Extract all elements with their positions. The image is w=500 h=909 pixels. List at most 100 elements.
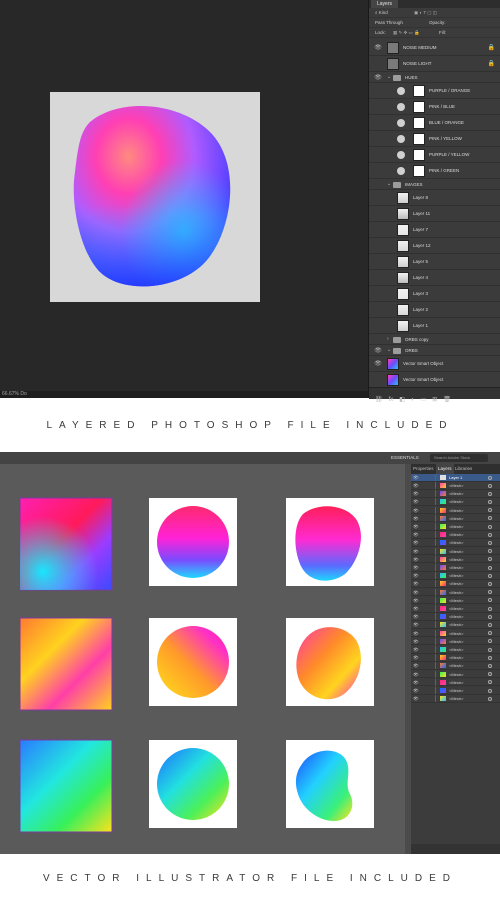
visibility-eye-icon[interactable]: 👁 bbox=[413, 589, 419, 596]
ps-layer-row[interactable]: 👁 Vector Smart Object bbox=[369, 356, 500, 372]
target-circle-icon[interactable] bbox=[488, 672, 492, 677]
blend-mode-select[interactable]: Pass Through bbox=[375, 18, 403, 27]
artwork-blob-blue[interactable] bbox=[286, 740, 374, 828]
adjustment-icon[interactable]: ◐ bbox=[411, 397, 415, 403]
ai-mesh-row[interactable]: 👁 <Mesh> bbox=[411, 596, 500, 605]
target-circle-icon[interactable] bbox=[488, 639, 492, 644]
group-toggle-icon[interactable]: ⌄ bbox=[387, 345, 391, 356]
ai-mesh-row[interactable]: 👁 <Mesh> bbox=[411, 646, 500, 654]
ai-artboard-area[interactable] bbox=[0, 464, 405, 854]
stock-search-input[interactable]: Search Adobe Stock bbox=[430, 454, 488, 462]
ai-mesh-row[interactable]: 👁 <Mesh> bbox=[411, 498, 500, 507]
visibility-eye-icon[interactable]: 👁 bbox=[413, 572, 419, 579]
visibility-eye-icon[interactable]: 👁 bbox=[413, 539, 419, 546]
ai-mesh-row[interactable]: 👁 <Mesh> bbox=[411, 613, 500, 621]
visibility-eye-icon[interactable] bbox=[374, 242, 382, 250]
ps-layer-row[interactable]: Layer 1 bbox=[369, 318, 500, 334]
artwork-circle-yellow[interactable] bbox=[149, 618, 237, 706]
visibility-eye-icon[interactable]: 👁 bbox=[413, 630, 419, 637]
mask-icon[interactable]: ◧ bbox=[399, 397, 405, 403]
visibility-eye-icon[interactable]: 👁 bbox=[413, 671, 419, 678]
visibility-eye-icon[interactable]: 👁 bbox=[413, 531, 419, 538]
layer-mask-thumbnail[interactable] bbox=[413, 149, 425, 161]
lock-icons[interactable]: ▦ ✎ ✥ ▭ 🔒 bbox=[393, 28, 420, 37]
artwork-square-blue[interactable] bbox=[19, 739, 113, 833]
visibility-eye-icon[interactable]: 👁 bbox=[413, 695, 419, 702]
ps-layer-row[interactable]: Layer 5 bbox=[369, 254, 500, 270]
ai-mesh-row[interactable]: 👁 <Mesh> bbox=[411, 670, 500, 679]
ai-mesh-row[interactable]: 👁 <Mesh> bbox=[411, 621, 500, 630]
target-circle-icon[interactable] bbox=[488, 598, 492, 603]
target-circle-icon[interactable] bbox=[488, 688, 492, 693]
ps-layer-row[interactable]: Layer 3 bbox=[369, 286, 500, 302]
ai-mesh-row[interactable]: 👁 <Mesh> bbox=[411, 547, 500, 556]
visibility-eye-icon[interactable]: 👁 bbox=[413, 662, 419, 669]
visibility-eye-icon[interactable]: 👁 bbox=[413, 523, 419, 530]
visibility-eye-icon[interactable]: 👁 bbox=[374, 347, 382, 355]
ps-layer-row[interactable]: Layer 8 bbox=[369, 190, 500, 206]
tab-properties[interactable]: Properties bbox=[413, 464, 434, 474]
ai-mesh-row[interactable]: 👁 <Mesh> bbox=[411, 654, 500, 662]
visibility-eye-icon[interactable]: 👁 bbox=[413, 556, 419, 563]
ps-layer-row[interactable]: › ORBS copy bbox=[369, 334, 500, 345]
visibility-eye-icon[interactable] bbox=[374, 194, 382, 202]
layer-mask-thumbnail[interactable] bbox=[413, 165, 425, 177]
visibility-eye-icon[interactable] bbox=[374, 135, 382, 143]
visibility-eye-icon[interactable]: 👁 bbox=[413, 490, 419, 497]
folder-icon[interactable]: ▭ bbox=[421, 397, 427, 403]
ps-layer-row[interactable]: PINK / GREEN bbox=[369, 163, 500, 179]
ai-mesh-row[interactable]: 👁 <Mesh> bbox=[411, 678, 500, 687]
visibility-eye-icon[interactable] bbox=[374, 274, 382, 282]
ps-layer-row[interactable]: Layer 4 bbox=[369, 270, 500, 286]
artwork-square-pink[interactable] bbox=[19, 497, 113, 591]
ai-mesh-row[interactable]: 👁 <Mesh> bbox=[411, 555, 500, 564]
tab-layers[interactable]: Layers bbox=[371, 0, 399, 8]
visibility-eye-icon[interactable] bbox=[374, 306, 382, 314]
visibility-eye-icon[interactable]: 👁 bbox=[413, 548, 419, 555]
visibility-eye-icon[interactable]: 👁 bbox=[413, 474, 419, 481]
target-circle-icon[interactable] bbox=[488, 524, 492, 529]
visibility-eye-icon[interactable]: 👁 bbox=[413, 679, 419, 686]
ps-document-canvas[interactable] bbox=[50, 92, 260, 302]
visibility-eye-icon[interactable] bbox=[374, 151, 382, 159]
new-layer-icon[interactable]: ⊞ bbox=[432, 397, 437, 403]
visibility-eye-icon[interactable] bbox=[374, 210, 382, 218]
visibility-eye-icon[interactable]: 👁 bbox=[413, 613, 419, 620]
target-circle-icon[interactable] bbox=[488, 516, 492, 521]
ps-layer-row[interactable]: 👁 ⌄ HUES bbox=[369, 72, 500, 83]
ps-layer-row[interactable]: Layer 11 bbox=[369, 206, 500, 222]
fx-icon[interactable]: fx bbox=[389, 397, 394, 403]
visibility-eye-icon[interactable] bbox=[374, 103, 382, 111]
ai-mesh-row[interactable]: 👁 <Mesh> bbox=[411, 662, 500, 671]
artwork-blob-yellow[interactable] bbox=[286, 618, 374, 706]
visibility-eye-icon[interactable]: 👁 bbox=[413, 605, 419, 612]
ps-layer-row[interactable]: NOISE LIGHT 🔒 bbox=[369, 56, 500, 72]
visibility-eye-icon[interactable] bbox=[374, 258, 382, 266]
layer-mask-thumbnail[interactable] bbox=[413, 133, 425, 145]
ai-mesh-row[interactable]: 👁 <Mesh> bbox=[411, 588, 500, 597]
group-toggle-icon[interactable]: › bbox=[387, 334, 389, 345]
visibility-eye-icon[interactable] bbox=[374, 60, 382, 68]
target-circle-icon[interactable] bbox=[488, 680, 492, 685]
target-circle-icon[interactable] bbox=[488, 631, 492, 636]
ps-layer-row[interactable]: Layer 2 bbox=[369, 302, 500, 318]
ai-mesh-row[interactable]: 👁 <Mesh> bbox=[411, 482, 500, 490]
ai-mesh-row[interactable]: 👁 <Mesh> bbox=[411, 687, 500, 695]
visibility-eye-icon[interactable]: 👁 bbox=[413, 498, 419, 505]
layer-mask-thumbnail[interactable] bbox=[413, 117, 425, 129]
visibility-eye-icon[interactable] bbox=[374, 322, 382, 330]
target-circle-icon[interactable] bbox=[488, 565, 492, 570]
visibility-eye-icon[interactable]: 👁 bbox=[413, 654, 419, 661]
target-circle-icon[interactable] bbox=[488, 475, 492, 480]
ai-mesh-row[interactable]: 👁 <Mesh> bbox=[411, 572, 500, 580]
visibility-eye-icon[interactable]: 👁 bbox=[413, 646, 419, 653]
ps-layer-row[interactable]: Layer 7 bbox=[369, 222, 500, 238]
visibility-eye-icon[interactable] bbox=[374, 181, 382, 189]
tab-libraries[interactable]: Libraries bbox=[455, 464, 472, 474]
target-circle-icon[interactable] bbox=[488, 696, 492, 701]
target-circle-icon[interactable] bbox=[488, 483, 492, 488]
ai-mesh-row[interactable]: 👁 <Mesh> bbox=[411, 531, 500, 539]
ps-layer-row[interactable]: Vector Smart Object bbox=[369, 372, 500, 388]
target-circle-icon[interactable] bbox=[488, 491, 492, 496]
visibility-eye-icon[interactable]: 👁 bbox=[413, 515, 419, 522]
